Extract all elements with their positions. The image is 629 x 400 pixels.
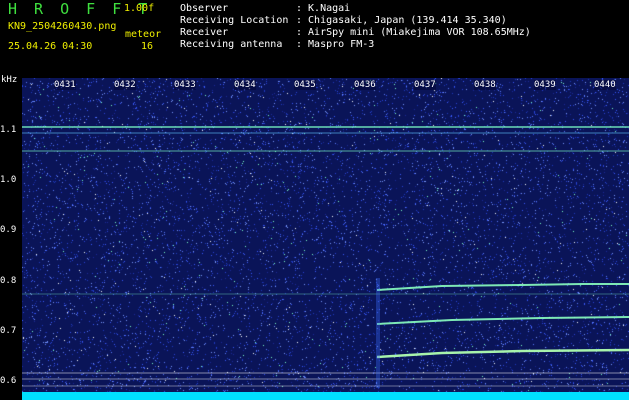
- x-tick-label: 0435: [294, 80, 316, 90]
- spectrogram-traces: [22, 126, 629, 388]
- x-tick-label: 0432: [114, 80, 136, 90]
- y-tick-label: 0.9: [0, 225, 17, 235]
- y-axis-unit: kHz: [1, 75, 18, 85]
- filename-label: KN9_2504260430.png: [8, 21, 117, 32]
- info-value-location: : Chigasaki, Japan (139.414 35.340): [296, 15, 507, 26]
- y-tick-label: 1.0: [0, 175, 17, 185]
- y-tick-label: 1.1: [0, 125, 17, 135]
- x-tick-label: 0434: [234, 80, 256, 90]
- meteor-label: meteor: [125, 29, 162, 40]
- x-tick-label: 0433: [174, 80, 196, 90]
- info-label-receiver: Receiver: [180, 27, 229, 38]
- y-tick-label: 0.8: [0, 276, 17, 286]
- info-label-observer: Observer: [180, 3, 229, 14]
- x-tick-label: 0439: [534, 80, 556, 90]
- y-tick-label: 0.7: [0, 326, 17, 336]
- header-panel: H R O F F T 1.00f KN9_2504260430.png met…: [0, 0, 629, 76]
- timestamp-label: 25.04.26 04:30: [8, 41, 93, 52]
- meteor-count: 16: [141, 41, 154, 52]
- x-tick-label: 0436: [354, 80, 376, 90]
- x-tick-label: 0440: [594, 80, 616, 90]
- x-tick-label: 0431: [54, 80, 76, 90]
- info-label-antenna: Receiving antenna: [180, 39, 283, 50]
- y-tick-label: 0.6: [0, 376, 17, 386]
- echo-burst: [376, 278, 380, 388]
- x-tick-label: 0437: [414, 80, 436, 90]
- x-tick-label: 0438: [474, 80, 496, 90]
- info-label-location: Receiving Location: [180, 15, 289, 26]
- echo-trace: [376, 316, 629, 325]
- spectrogram-plot: [22, 78, 629, 394]
- footer-bar: [22, 392, 629, 400]
- echo-trace: [376, 283, 629, 291]
- info-value-receiver: : AirSpy mini (Miakejima VOR 108.65MHz): [296, 27, 531, 38]
- info-value-antenna: : Maspro FM-3: [296, 39, 375, 50]
- info-value-observer: : K.Nagai: [296, 3, 351, 14]
- echo-trace: [376, 348, 629, 359]
- version-label: 1.00f: [124, 3, 155, 14]
